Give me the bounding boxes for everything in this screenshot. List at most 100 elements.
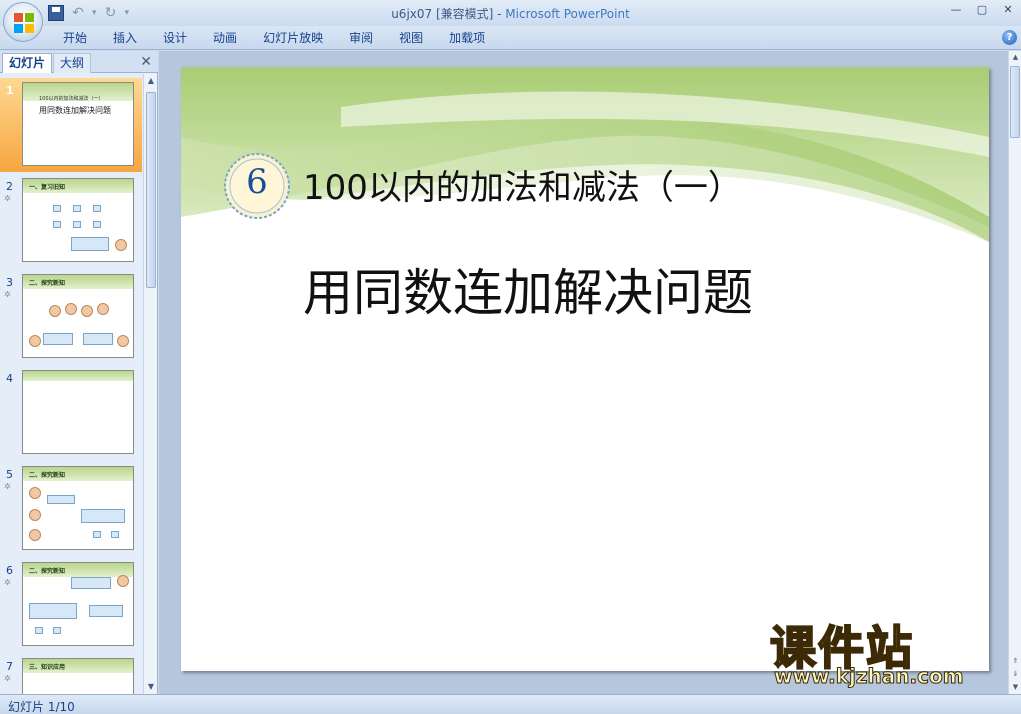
tab-outline[interactable]: 大纲: [53, 53, 92, 73]
close-panel-icon[interactable]: ✕: [140, 54, 152, 70]
document-name: u6jx07 [兼容模式]: [391, 7, 494, 21]
slide-thumbnail[interactable]: 2 ✲ 一、复习旧知: [0, 174, 142, 268]
ribbon: 开始 插入 设计 动画 幻灯片放映 审阅 视图 加载项 ?: [0, 26, 1021, 50]
slide-indicator: 幻灯片 1/10: [8, 700, 75, 714]
preview-box: [93, 221, 101, 228]
preview-title: 三、知识应用: [29, 664, 66, 671]
slide-thumbnail[interactable]: 6 ✲ 二、探究新知: [0, 558, 142, 652]
animation-star-icon: ✲: [4, 482, 11, 491]
tab-home[interactable]: 开始: [50, 30, 100, 46]
slide-number: 2: [6, 180, 13, 193]
tab-review[interactable]: 审阅: [336, 30, 386, 46]
preview-title: 二、探究新知: [29, 568, 66, 575]
slide-number: 7: [6, 660, 13, 673]
slide-background: [181, 67, 989, 247]
tab-addins[interactable]: 加载项: [436, 30, 498, 46]
slides-panel: 幻灯片 大纲 ✕ 1 100以内的加法和减法（一） 用同数连加解决问题 2 ✲ …: [0, 51, 158, 694]
preview-person: [29, 335, 41, 347]
preview-box: [53, 627, 61, 634]
thumbnail-scrollbar[interactable]: ▲ ▼: [143, 74, 157, 694]
preview-box: [111, 531, 119, 538]
tab-animations[interactable]: 动画: [200, 30, 250, 46]
close-icon[interactable]: ✕: [995, 0, 1021, 20]
preview-title: 100以内的加法和减法（一）: [39, 96, 104, 102]
slide-number: 5: [6, 468, 13, 481]
preview-callout: [71, 237, 109, 251]
preview-person: [29, 529, 41, 541]
preview-box: [93, 531, 101, 538]
preview-callout: [83, 333, 113, 345]
app-name: Microsoft PowerPoint: [505, 7, 630, 21]
animation-star-icon: ✲: [4, 674, 11, 683]
preview-person: [117, 335, 129, 347]
slide-number: 4: [6, 372, 13, 385]
animation-star-icon: ✲: [4, 194, 11, 203]
watermark-logo: 课件站 www.kjzhan.com: [769, 612, 1010, 692]
tab-view[interactable]: 视图: [386, 30, 436, 46]
preview-box: [35, 627, 43, 634]
minimize-icon[interactable]: —: [943, 0, 969, 20]
preview-person: [29, 509, 41, 521]
window-controls: — ▢ ✕: [943, 0, 1021, 20]
scroll-down-icon[interactable]: ▼: [144, 680, 158, 694]
preview-person: [97, 303, 109, 315]
window-title: u6jx07 [兼容模式] - Microsoft PowerPoint: [0, 5, 1021, 22]
editor-scrollbar[interactable]: ▲ ⇑ ⇓ ▼: [1008, 51, 1021, 694]
slide-number: 3: [6, 276, 13, 289]
preview-box: [73, 221, 81, 228]
slide-thumbnail[interactable]: 1 100以内的加法和减法（一） 用同数连加解决问题: [0, 78, 142, 172]
maximize-icon[interactable]: ▢: [969, 0, 995, 20]
slide-thumbnail[interactable]: 4: [0, 366, 142, 460]
thumbnail-list: 1 100以内的加法和减法（一） 用同数连加解决问题 2 ✲ 一、复习旧知 3 …: [0, 74, 142, 694]
preview-person: [117, 575, 129, 587]
scroll-up-icon[interactable]: ▲: [1009, 51, 1021, 64]
slide-thumbnail[interactable]: 3 ✲ 二、探究新知: [0, 270, 142, 364]
preview-callout: [89, 605, 123, 617]
scroll-up-icon[interactable]: ▲: [144, 74, 158, 88]
watermark-url: www.kjzhan.com: [774, 664, 965, 689]
preview-table: [29, 603, 77, 619]
preview-person: [29, 487, 41, 499]
current-slide[interactable]: 6 100以内的加法和减法（一） 用同数连加解决问题: [181, 67, 989, 671]
scrollbar-thumb[interactable]: [146, 92, 156, 288]
tab-design[interactable]: 设计: [150, 30, 200, 46]
tab-slides[interactable]: 幻灯片: [2, 53, 53, 73]
tab-slideshow[interactable]: 幻灯片放映: [250, 30, 336, 46]
slide-preview: 二、探究新知: [22, 274, 134, 358]
preview-box: [73, 205, 81, 212]
animation-star-icon: ✲: [4, 578, 11, 587]
slide-preview: 一、复习旧知: [22, 178, 134, 262]
slide-preview: 三、知识应用: [22, 658, 134, 694]
office-logo-icon: [14, 13, 34, 33]
panel-tabs: 幻灯片 大纲 ✕: [0, 51, 158, 73]
preview-box: [93, 205, 101, 212]
slide-number: 1: [6, 84, 14, 97]
preview-table: [81, 509, 125, 523]
preview-title: 一、复习旧知: [29, 184, 66, 191]
slide-number: 6: [6, 564, 13, 577]
preview-callout: [71, 577, 111, 589]
title-bar: ↶ ▾ ↻ ▾ u6jx07 [兼容模式] - Microsoft PowerP…: [0, 0, 1021, 42]
chapter-number: 6: [246, 162, 268, 202]
preview-person: [65, 303, 77, 315]
preview-person: [49, 305, 61, 317]
slide-preview: 二、探究新知: [22, 466, 134, 550]
scrollbar-thumb[interactable]: [1010, 66, 1020, 138]
slide-preview: 100以内的加法和减法（一） 用同数连加解决问题: [22, 82, 134, 166]
tab-insert[interactable]: 插入: [100, 30, 150, 46]
preview-band: [23, 371, 133, 381]
office-button[interactable]: [3, 2, 43, 42]
slide-thumbnail[interactable]: 5 ✲ 二、探究新知: [0, 462, 142, 556]
scroll-down-icon[interactable]: ▼: [1009, 681, 1021, 694]
slide-heading[interactable]: 100以内的加法和减法（一）: [303, 160, 742, 209]
slide-subtitle[interactable]: 用同数连加解决问题: [303, 253, 753, 325]
slide-preview: [22, 370, 134, 454]
preview-person: [115, 239, 127, 251]
slide-thumbnail[interactable]: 7 ✲ 三、知识应用: [0, 654, 142, 694]
help-icon[interactable]: ?: [1002, 30, 1017, 45]
preview-title: 二、探究新知: [29, 280, 66, 287]
previous-slide-icon[interactable]: ⇑: [1009, 655, 1021, 668]
ribbon-tabs: 开始 插入 设计 动画 幻灯片放映 审阅 视图 加载项: [50, 30, 498, 46]
animation-star-icon: ✲: [4, 290, 11, 299]
next-slide-icon[interactable]: ⇓: [1009, 668, 1021, 681]
